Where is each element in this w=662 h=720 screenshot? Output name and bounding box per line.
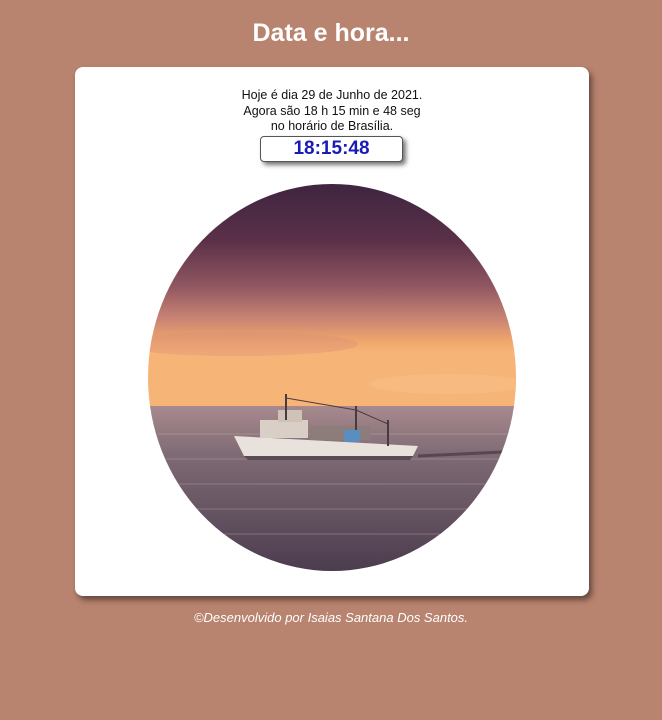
date-info: Hoje é dia 29 de Junho de 2021. Agora sã… [75,88,589,135]
boat-sunset-photo [148,184,516,571]
digital-clock-display: 18:15:48 [260,136,403,162]
date-line: Hoje é dia 29 de Junho de 2021. [241,88,423,102]
time-line: Agora são 18 h 15 min e 48 seg [243,103,421,118]
timezone-line: no horário de Brasília. [270,119,394,133]
footer-credit: ©Desenvolvido por Isaias Santana Dos San… [193,610,469,625]
page-title: Data e hora... [252,19,410,47]
clock-card: Hoje é dia 29 de Junho de 2021. Agora sã… [75,67,589,596]
